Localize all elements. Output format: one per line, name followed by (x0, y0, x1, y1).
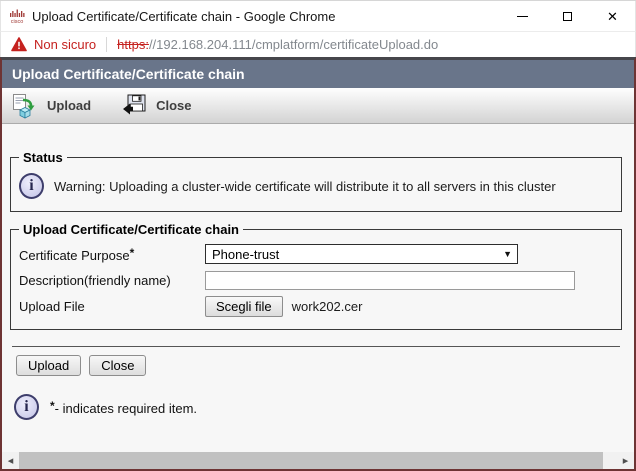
maximize-icon (563, 12, 572, 21)
close-button[interactable]: Close (89, 355, 146, 376)
window-controls: ✕ (500, 1, 635, 31)
info-icon: i (19, 173, 44, 199)
toolbar-upload-button[interactable]: Upload (12, 93, 91, 119)
description-label: Description(friendly name) (19, 273, 205, 288)
page-area: Upload Certificate/Certificate chain Upl… (0, 57, 636, 471)
scroll-right-arrow[interactable]: ▸ (617, 452, 634, 469)
url-scheme-struck: https: (117, 37, 149, 52)
toolbar-upload-label: Upload (47, 98, 91, 113)
status-legend: Status (19, 150, 67, 165)
svg-text:cisco: cisco (11, 19, 24, 24)
info-icon: i (14, 394, 39, 420)
scrollbar-thumb[interactable] (19, 452, 603, 469)
upload-form-fieldset: Upload Certificate/Certificate chain Cer… (10, 222, 622, 330)
close-window-button[interactable]: ✕ (590, 1, 635, 31)
description-input[interactable] (205, 271, 575, 290)
minimize-button[interactable] (500, 1, 545, 31)
page-title: Upload Certificate/Certificate chain (12, 66, 245, 82)
footnote-text-body: - indicates required item. (55, 401, 197, 416)
upload-button[interactable]: Upload (16, 355, 81, 376)
chosen-file-name: work202.cer (292, 299, 363, 314)
close-disk-icon (121, 93, 147, 119)
status-message: Warning: Uploading a cluster-wide certif… (54, 179, 556, 194)
footnote-text: *- indicates required item. (50, 399, 197, 416)
window-title: Upload Certificate/Certificate chain - G… (32, 9, 500, 24)
toolbar-close-label: Close (156, 98, 191, 113)
address-bar-divider (106, 37, 107, 52)
status-row: i Warning: Uploading a cluster-wide cert… (17, 169, 611, 201)
certificate-purpose-label-text: Certificate Purpose (19, 248, 130, 263)
toolbar-close-button[interactable]: Close (121, 93, 191, 119)
choose-file-button[interactable]: Scegli file (205, 296, 283, 317)
required-item-footnote: i *- indicates required item. (10, 394, 622, 420)
url-text[interactable]: https://192.168.204.111/cmplatform/certi… (117, 37, 438, 52)
upload-file-row: Upload File Scegli file work202.cer (17, 293, 611, 319)
certificate-purpose-select[interactable]: Phone-trust ▼ (205, 244, 518, 264)
upload-document-icon (12, 93, 38, 119)
page-content: Status i Warning: Uploading a cluster-wi… (2, 124, 634, 452)
address-bar[interactable]: Non sicuro https://192.168.204.111/cmpla… (0, 31, 636, 57)
insecure-warning-icon (11, 37, 27, 52)
page-header: Upload Certificate/Certificate chain (2, 60, 634, 88)
certificate-purpose-label: Certificate Purpose* (19, 246, 205, 263)
certificate-purpose-value: Phone-trust (212, 247, 279, 262)
action-buttons: Upload Close (10, 355, 622, 376)
scroll-left-arrow[interactable]: ◂ (2, 452, 19, 469)
url-rest: //192.168.204.111/cmplatform/certificate… (149, 37, 438, 52)
minimize-icon (517, 16, 528, 17)
status-fieldset: Status i Warning: Uploading a cluster-wi… (10, 150, 622, 212)
section-divider (12, 346, 620, 347)
page-toolbar: Upload Close (2, 88, 634, 124)
cisco-favicon-icon: cisco (9, 8, 25, 24)
certificate-purpose-row: Certificate Purpose* Phone-trust ▼ (17, 241, 611, 267)
maximize-button[interactable] (545, 1, 590, 31)
upload-form-legend: Upload Certificate/Certificate chain (19, 222, 243, 237)
horizontal-scrollbar[interactable]: ◂ ▸ (2, 452, 634, 469)
description-row: Description(friendly name) (17, 267, 611, 293)
required-marker: * (130, 246, 135, 260)
close-icon: ✕ (607, 10, 618, 23)
chevron-down-icon: ▼ (503, 249, 512, 259)
window-titlebar: cisco Upload Certificate/Certificate cha… (0, 1, 636, 31)
browser-popup-window: cisco Upload Certificate/Certificate cha… (0, 0, 636, 471)
upload-file-label: Upload File (19, 299, 205, 314)
scrollbar-track[interactable] (603, 452, 617, 469)
security-status-label[interactable]: Non sicuro (34, 37, 96, 52)
